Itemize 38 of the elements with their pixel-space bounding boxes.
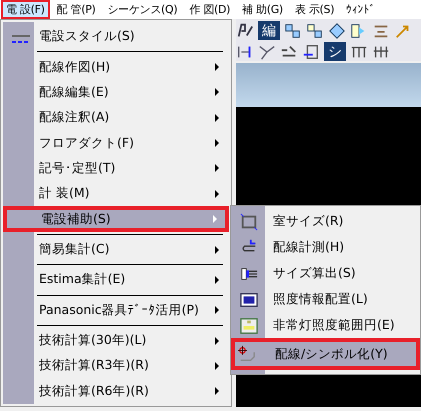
squares-icon[interactable] <box>284 22 302 40</box>
menu-item[interactable]: 配線計測(H) <box>231 234 420 260</box>
cable-icon <box>239 265 259 283</box>
menu-item[interactable]: 配線注釈(A) <box>3 105 229 130</box>
menu-item[interactable]: 照度情報配置(L) <box>231 286 420 312</box>
menu-item[interactable]: フロアダクト(F) <box>3 130 229 156</box>
symbol-target-icon <box>237 345 257 363</box>
menu-item[interactable]: 計 装(M) <box>3 181 229 206</box>
menu-item[interactable]: 非常灯照度範囲円(E) <box>231 312 420 338</box>
menu-item[interactable]: 電設補助(S) <box>3 206 229 232</box>
lux-icon <box>239 291 259 309</box>
menu-item[interactable]: 技術計算(R6年)(R) <box>3 378 229 404</box>
menu-item[interactable]: 技術計算(R3年)(R) <box>3 353 229 379</box>
menu-item[interactable]: Panasonic器具ﾃﾞｰﾀ活用(P) <box>3 298 229 323</box>
menu-bar-item[interactable]: 補 助(G) <box>237 0 288 19</box>
menu-item[interactable]: サイズ算出(S) <box>231 260 420 286</box>
squares-icon[interactable] <box>306 22 324 40</box>
menu-item[interactable]: 配線編集(E) <box>3 80 229 106</box>
insert-icon[interactable] <box>302 42 320 60</box>
menu-bar-item[interactable]: ｳｨﾝﾄﾞ <box>341 0 380 19</box>
menu-item[interactable]: 簡易集計(C) <box>3 236 229 262</box>
menu-bar-item[interactable]: シーケンス(Q) <box>102 0 182 19</box>
menu-item[interactable]: 配線作図(H) <box>3 54 229 80</box>
light-range-icon <box>239 317 259 335</box>
menu-item[interactable]: 室サイズ(R) <box>231 208 420 234</box>
menu-item[interactable]: Estima集計(E) <box>3 267 229 293</box>
room-icon <box>239 213 259 231</box>
menu-item[interactable]: 技術計算(30年)(L) <box>3 328 229 354</box>
menu-bar-item[interactable]: 表 示(S) <box>290 0 340 19</box>
menu-item[interactable]: 電設スタイル(S) <box>3 24 229 50</box>
menu-item[interactable]: 記号･定型(T) <box>3 156 229 182</box>
menu-bar-item[interactable]: 電 設(F) <box>1 0 50 19</box>
menu-bar-item[interactable]: 作 図(D) <box>184 0 236 19</box>
symbol-tool-button[interactable]: シ <box>324 42 346 61</box>
edit-tool-button[interactable]: 編 <box>258 21 280 40</box>
menu-bar-item[interactable]: 配 管(P) <box>52 0 101 19</box>
line-style-icon <box>11 34 31 44</box>
menu-item[interactable]: 配線/シンボル化(Y) <box>231 338 420 370</box>
